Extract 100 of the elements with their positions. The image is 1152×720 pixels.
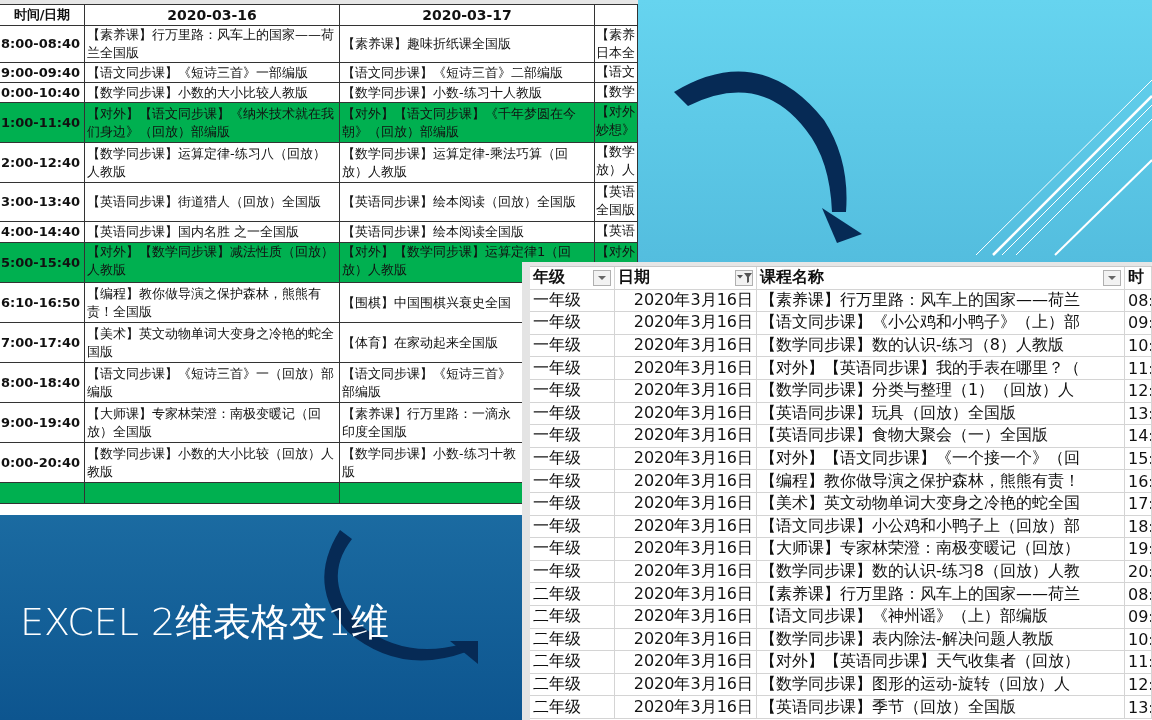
table-cell: 【数学同步课】运算定律-乘法巧算（回放）人教版 xyxy=(340,143,595,183)
time-cell: 3:00-13:40 xyxy=(0,183,85,222)
table-cell: 【英语同步课】绘本阅读（回放）全国版 xyxy=(340,183,595,222)
table-cell: 【数学放）人 xyxy=(595,143,638,183)
table-cell: 10: xyxy=(1128,629,1151,649)
table-cell: 2020年3月16日 xyxy=(633,515,753,537)
table-cell: 【美术】英文动物单词大变身之冷艳的蛇全国版 xyxy=(85,323,340,363)
table-cell: 2020年3月16日 xyxy=(633,583,753,605)
table-cell: 二年级 xyxy=(533,696,581,718)
table-cell: 2020年3月16日 xyxy=(633,425,753,447)
table-cell: 【数学同步课】分类与整理（1）（回放）人 xyxy=(760,380,1075,402)
table-cell: 【数学同步课】数的认识-练习8（回放）人教 xyxy=(760,561,1080,582)
table-cell: 2020年3月16日 xyxy=(633,493,753,515)
table-cell: 09: xyxy=(1128,313,1151,333)
table-cell: 08: xyxy=(1128,290,1151,310)
table-cell: 【语文同步课】《短诗三首》一部编版 xyxy=(85,63,340,83)
table-cell: 16: xyxy=(1128,471,1151,491)
column-header: 时间/日期 xyxy=(0,5,85,26)
table-cell: 【素养课】趣味折纸课全国版 xyxy=(340,26,595,63)
table-cell: 19: xyxy=(1128,539,1151,559)
table-cell: 2020年3月16日 xyxy=(633,312,753,334)
table-cell: 2020年3月16日 xyxy=(633,289,753,311)
table-cell: 二年级 xyxy=(533,628,581,650)
table-cell: 【语文同步课】小公鸡和小鸭子上（回放）部 xyxy=(760,515,1080,537)
table-cell: 12: xyxy=(1128,675,1151,694)
column-header: 2020-03-17 xyxy=(340,5,595,26)
column-header: 时 xyxy=(1128,267,1144,289)
time-cell: 7:00-17:40 xyxy=(0,323,85,363)
table-cell: 【对外】【英语同步课】我的手表在哪里？（ xyxy=(760,357,1080,379)
table-cell: 【编程】教你做导演之保护森林，熊熊有责！ xyxy=(760,470,1080,492)
table-cell: 一年级 xyxy=(533,538,581,560)
table-cell: 【英语同步课】街道猎人（回放）全国版 xyxy=(85,183,340,222)
time-cell: 8:00-08:40 xyxy=(0,26,85,63)
table-cell: 18: xyxy=(1128,516,1151,536)
table-cell: 【素养课】行万里路：风车上的国家——荷兰 xyxy=(760,289,1080,311)
table-cell: 【语文同步课】《短诗三首》一（回放）部编版 xyxy=(85,363,340,403)
column-header: 课程名称 xyxy=(760,267,824,289)
table-cell: 2020年3月16日 xyxy=(633,696,753,718)
table-cell: 11: xyxy=(1128,652,1151,672)
time-cell: 1:00-11:40 xyxy=(0,103,85,143)
table-cell: 【素养课】行万里路：风车上的国家——荷兰 xyxy=(760,583,1080,605)
table-cell: 【语文同步课】《神州谣》（上）部编版 xyxy=(760,606,1048,628)
table-cell: 11: xyxy=(1128,358,1151,378)
table-cell: 【英语同步课】食物大聚会（一）全国版 xyxy=(760,425,1048,447)
table-cell: 【对外】【数学同步课】减法性质（回放）人教版 xyxy=(85,243,340,283)
table-cell: 【编程】教你做导演之保护森林，熊熊有责！全国版 xyxy=(85,283,340,323)
table-cell: 12: xyxy=(1128,381,1151,401)
table-cell: 二年级 xyxy=(533,674,581,695)
table-cell: 【大师课】专家林荣澄：南极变暖记（回放）全国版 xyxy=(85,403,340,443)
table-cell: 【大师课】专家林荣澄：南极变暖记（回放） xyxy=(760,538,1080,560)
table-cell: 2020年3月16日 xyxy=(633,402,753,424)
table-cell: 2020年3月16日 xyxy=(633,606,753,628)
table-cell: 一年级 xyxy=(533,402,581,424)
table-cell: 【英语全国版 xyxy=(595,183,638,222)
table-cell: 【对外】【语文同步课】《一个接一个》（回 xyxy=(760,448,1080,470)
table-cell: 一年级 xyxy=(533,289,581,311)
table-cell: 【对外妙想》 xyxy=(595,103,638,143)
table-cell: 二年级 xyxy=(533,606,581,628)
table-cell: 【语文 xyxy=(595,63,638,83)
table-cell: 【对外】【语文同步课】《纳米技术就在我们身边》（回放）部编版 xyxy=(85,103,340,143)
table-cell: 【数学同步课】图形的运动-旋转（回放）人 xyxy=(760,674,1070,695)
table-cell: 【美术】英文动物单词大变身之冷艳的蛇全国 xyxy=(760,493,1080,515)
table-cell: 一年级 xyxy=(533,380,581,402)
table-cell: 2020年3月16日 xyxy=(633,335,753,357)
table-cell: 【对外】【英语同步课】天气收集者（回放） xyxy=(760,651,1080,673)
table-cell: 一年级 xyxy=(533,515,581,537)
filter-dropdown-button[interactable] xyxy=(1103,269,1121,286)
table-cell: 一年级 xyxy=(533,493,581,515)
slide-title: EXCEL 2维表格变1维 xyxy=(20,599,390,646)
table-cell: 一年级 xyxy=(533,561,581,582)
time-cell: 9:00-19:40 xyxy=(0,403,85,443)
table-cell: 【对外】【语文同步课】《千年梦圆在今朝》（回放）部编版 xyxy=(340,103,595,143)
table-cell: 2020年3月16日 xyxy=(633,470,753,492)
table-cell: 14: xyxy=(1128,426,1151,446)
table-cell: 【英语同步课】玩具（回放）全国版 xyxy=(760,402,1016,424)
active-filter-button[interactable] xyxy=(735,269,753,286)
filter-dropdown-button[interactable] xyxy=(593,269,611,286)
table-cell: 13: xyxy=(1128,403,1151,423)
table-cell: 08: xyxy=(1128,584,1151,604)
table-cell: 2020年3月16日 xyxy=(633,651,753,673)
table-cell: 2020年3月16日 xyxy=(633,380,753,402)
table-cell: 【语文同步课】《短诗三首》二部编版 xyxy=(340,63,595,83)
table-cell: 二年级 xyxy=(533,583,581,605)
time-cell: 6:10-16:50 xyxy=(0,283,85,323)
table-cell: 【语文同步课】《小公鸡和小鸭子》（上）部 xyxy=(760,312,1080,334)
table-cell: 【数学同步课】运算定律-练习八（回放）人教版 xyxy=(85,143,340,183)
table-cell: 【数学同步课】数的认识-练习（8）人教版 xyxy=(760,335,1064,357)
table-cell: 2020年3月16日 xyxy=(633,561,753,582)
table-cell: 【英语同步课】季节（回放）全国版 xyxy=(760,696,1016,718)
table-cell: 10: xyxy=(1128,336,1151,356)
table-cell: 一年级 xyxy=(533,448,581,470)
table-cell: 2020年3月16日 xyxy=(633,674,753,695)
time-cell: 8:00-18:40 xyxy=(0,363,85,403)
time-cell: 5:00-15:40 xyxy=(0,243,85,283)
table-cell: 【素养日本全 xyxy=(595,26,638,63)
table-cell: 【素养课】行万里路：风车上的国家——荷兰全国版 xyxy=(85,26,340,63)
column-header: 2020-03-16 xyxy=(85,5,340,26)
table-cell: 2020年3月16日 xyxy=(633,538,753,560)
table-cell: 2020年3月16日 xyxy=(633,448,753,470)
table-cell: 15: xyxy=(1128,449,1151,469)
